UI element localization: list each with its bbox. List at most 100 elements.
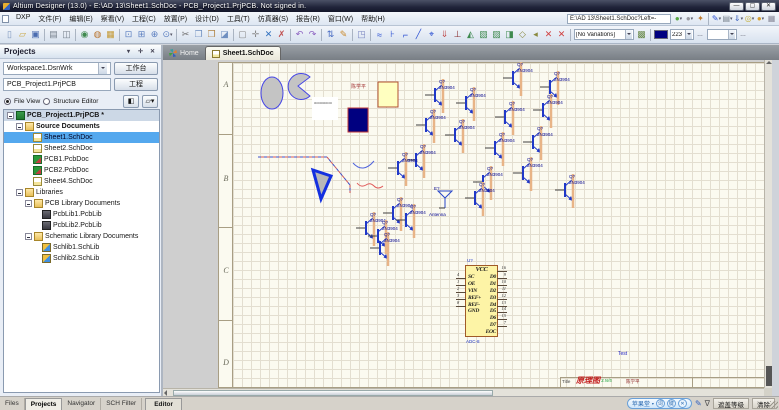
print-quick-icon[interactable]: ▤ [722,12,733,25]
menu-c[interactable]: 工程(C) [128,13,160,25]
menu-d[interactable]: 设计(D) [191,13,223,25]
place-bus-entry-icon[interactable]: ╱ [412,28,425,41]
tab-sheet1[interactable]: Sheet1.SchDoc [205,46,281,60]
place-harness-connector-icon[interactable]: ◇ [516,28,529,41]
open-project-button[interactable]: ▱▾ [142,95,158,108]
home-page-icon[interactable]: ◍ [91,28,104,41]
forward-icon[interactable]: ● [684,12,695,25]
zoom-area-icon[interactable]: ⊞ [135,28,148,41]
panel-tab-navigator[interactable]: Navigator [62,398,101,410]
pin-icon[interactable]: ◎ [744,12,755,25]
edit-favorites-icon[interactable]: ✎ [711,12,722,25]
print-preview-icon[interactable]: ◫ [60,28,73,41]
up-icon[interactable]: ✦ [695,12,706,25]
menu-t[interactable]: 工具(T) [223,13,254,25]
compile-error-icon[interactable]: ✕ [555,28,568,41]
tree-item-schlib2-schlib[interactable]: Schlib2.SchLib [4,253,159,264]
tree-expander-icon[interactable] [25,200,32,207]
structure-editor-radio[interactable] [43,98,50,105]
menu-w[interactable]: 窗口(W) [324,13,357,25]
chip-pin[interactable] [497,326,507,327]
transistor[interactable]: Q?2N3904 [523,126,553,160]
zoom-document-icon[interactable]: ⊡ [122,28,135,41]
transistor[interactable]: Q?2N3904 [370,232,400,266]
ime-toolbar[interactable]: 苹果堂 ▾ 词 键 ✕ [627,398,692,409]
transistor[interactable]: Q?2N3904 [485,132,515,166]
transistor[interactable]: Q?2N3904 [425,79,455,113]
editor-tab[interactable]: Editor [145,398,182,410]
adc-chip[interactable]: U? ADC-8 VCC16SCD049OED1110VIND2211REF+D… [465,265,498,337]
ime-name[interactable]: 苹果堂 [632,399,650,408]
workspace-icon[interactable]: ▦ [104,28,117,41]
filter-icon[interactable]: ∇ [705,399,710,408]
tree-expander-icon[interactable] [25,233,32,240]
print-icon[interactable]: ▤ [47,28,60,41]
variant-manager-icon[interactable]: ▩ [635,28,648,41]
tree-item-sheet1-schdoc[interactable]: Sheet1.SchDoc [4,132,159,143]
chip-pin[interactable] [456,306,466,307]
tree-item-pcb-library-documents[interactable]: PCB Library Documents [4,198,159,209]
transistor[interactable]: Q?2N3904 [513,157,543,191]
project-field[interactable]: PCB_Project1.PrjPCB [3,78,111,91]
workspace-button[interactable]: 工作台 [114,62,158,75]
more-options-2[interactable]: … [740,32,747,38]
import-icon[interactable]: ⇓ [733,12,744,25]
transistor[interactable]: Q?2N3904 [416,109,446,143]
tree-item-schlib1-schlib[interactable]: Schlib1.SchLib [4,242,159,253]
menu-p[interactable]: 放置(P) [160,13,191,25]
vscroll-thumb[interactable] [766,366,772,386]
back-icon[interactable]: ● [673,12,684,25]
tree-item-sheet4-schdoc[interactable]: Sheet4.SchDoc [4,176,159,187]
ime-keyboard-button[interactable]: 键 [667,399,676,408]
open-document-icon[interactable]: ▱ [16,28,29,41]
more-options[interactable]: … [697,32,704,38]
close-button[interactable]: ✕ [761,2,776,11]
selection-area-icon[interactable]: ▢ [236,28,249,41]
transistor[interactable]: Q?2N3904 [456,87,486,121]
transistor[interactable]: Q?2N3904 [445,119,475,153]
tree-item-schematic-library-documents[interactable]: Schematic Library Documents [4,231,159,242]
move-objects-icon[interactable]: ⇅ [324,28,337,41]
project-button[interactable]: 工程 [114,78,158,91]
tab-home[interactable]: Home [163,46,205,60]
tree-expander-icon[interactable] [16,123,23,130]
menu-v[interactable]: 察看(V) [97,13,128,25]
tree-item-pcb1-pcbdoc[interactable]: PCB1.PcbDoc [4,154,159,165]
place-power-port-icon[interactable]: ⊥ [451,28,464,41]
mask-pencil-icon[interactable]: ✎ [695,399,702,408]
line-color-swatch[interactable] [654,30,668,39]
zoom-in-icon[interactable]: ⊕ [148,28,161,41]
mask-level-button[interactable]: 遮盖等级 [713,398,749,409]
menu-e[interactable]: 编辑(E) [65,13,96,25]
panel-menu-icon[interactable]: ▾ [124,48,133,55]
tree-item-pcb_project1-prjpcb[interactable]: PCB_Project1.PrjPCB * [4,110,159,121]
place-harness-entry-icon[interactable]: ◂ [529,28,542,41]
place-net-label-icon[interactable]: ⌖ [425,28,438,41]
ime-word-button[interactable]: 词 [656,399,665,408]
place-part-icon[interactable]: ◭ [464,28,477,41]
cross-probe-icon[interactable]: ✕ [262,28,275,41]
transistor[interactable]: Q?2N3904 [533,94,563,128]
tree-item-libraries[interactable]: Libraries [4,187,159,198]
menu-f[interactable]: 文件(F) [34,13,65,25]
tree-item-pcblib2-pcblib[interactable]: PcbLib2.PcbLib [4,220,159,231]
menu-s[interactable]: 仿真器(S) [254,13,292,25]
redo-icon[interactable]: ↷ [306,28,319,41]
place-sheet-entry-icon[interactable]: ▨ [490,28,503,41]
horizontal-scrollbar[interactable] [163,388,764,396]
no-erc-icon[interactable]: ✕ [542,28,555,41]
cut-icon[interactable]: ✂ [179,28,192,41]
panel-pin-icon[interactable]: ✛ [136,48,145,55]
smart-paste-icon[interactable]: ◪ [218,28,231,41]
document-restore-icon[interactable] [2,15,9,23]
open-device-view-icon[interactable]: ◉ [78,28,91,41]
panel-tab-sch-filter[interactable]: SCH Filter [101,398,142,410]
transistor[interactable]: Q?2N3904 [388,152,418,186]
move-selection-icon[interactable]: ✛ [249,28,262,41]
variations-select[interactable]: [No Variations] [574,29,634,40]
tree-expander-icon[interactable] [16,189,23,196]
validate-button[interactable]: ◧ [123,95,139,108]
file-view-radio[interactable] [4,98,11,105]
copy-icon[interactable]: ❐ [192,28,205,41]
vertical-scrollbar[interactable] [764,60,772,388]
